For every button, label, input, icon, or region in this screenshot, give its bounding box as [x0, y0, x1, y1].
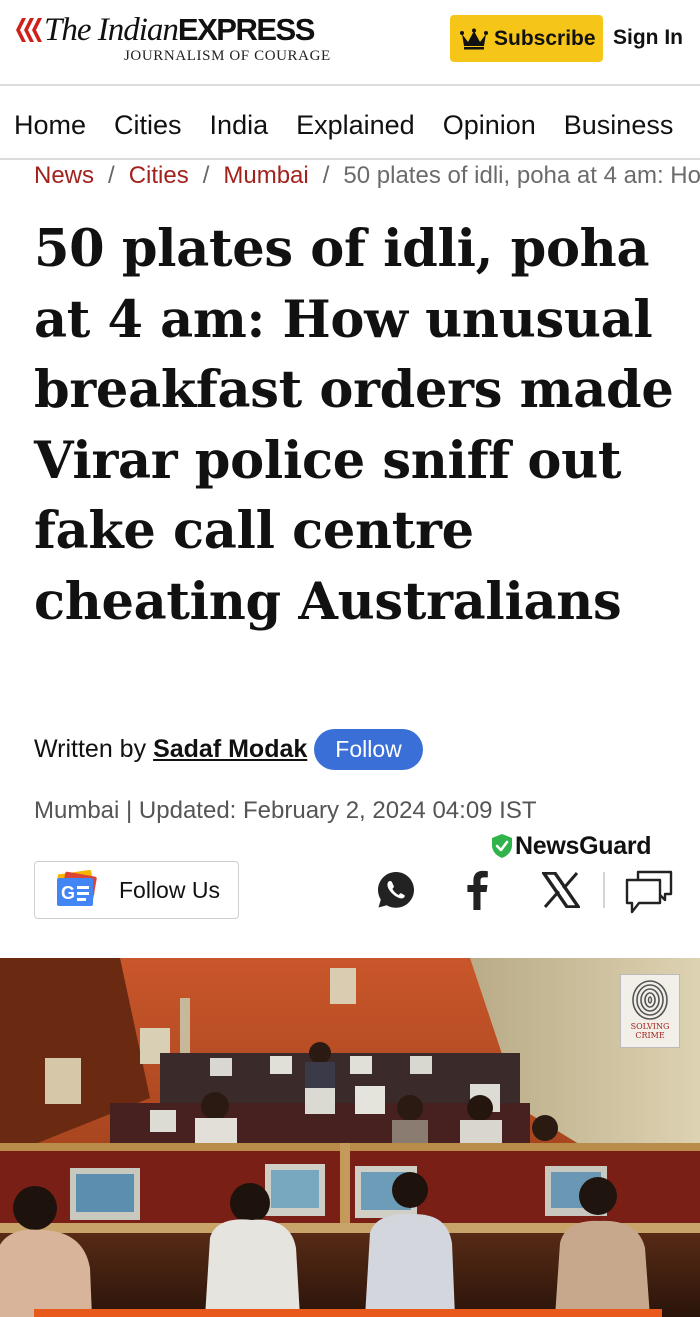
crown-icon — [460, 28, 488, 49]
fingerprint-icon — [632, 980, 668, 1020]
logo-tagline: JOURNALISM OF COURAGE — [124, 48, 331, 64]
nav-item-india[interactable]: India — [210, 110, 269, 141]
nav-item-business[interactable]: Business — [564, 110, 674, 141]
byline: Written by Sadaf Modak Follow — [34, 728, 423, 770]
follow-author-button[interactable]: Follow — [314, 728, 423, 770]
shield-check-icon — [492, 834, 512, 858]
logo-mark-icon — [16, 18, 42, 42]
hero-caption-strip — [34, 1309, 662, 1317]
google-news-icon: G — [57, 870, 97, 906]
google-news-label: Follow Us — [119, 876, 220, 903]
nav-item-home[interactable]: Home — [14, 110, 86, 141]
breadcrumb-separator: / — [108, 162, 115, 189]
solving-crime-text: SOLVING CRIME — [630, 1022, 670, 1040]
newsguard-label: NewsGuard — [515, 831, 652, 860]
breadcrumb-separator: / — [322, 162, 330, 189]
facebook-icon[interactable] — [464, 870, 490, 910]
newsguard-badge[interactable]: NewsGuard — [491, 831, 652, 861]
x-icon[interactable] — [542, 872, 580, 908]
share-divider — [603, 872, 605, 908]
subscribe-label: Subscribe — [494, 26, 596, 50]
article-hero-image: SOLVING CRIME — [0, 958, 700, 1317]
breadcrumb-separator: / — [202, 162, 210, 189]
breadcrumb-mumbai[interactable]: Mumbai — [223, 162, 308, 189]
breadcrumb-news[interactable]: News — [34, 162, 94, 189]
site-logo[interactable]: The IndianEXPRESS JOURNALISM OF COURAGE — [14, 10, 344, 70]
svg-text:G: G — [61, 883, 75, 903]
breadcrumb-cities[interactable]: Cities — [129, 162, 189, 189]
logo-title: The IndianEXPRESS — [44, 12, 315, 48]
breadcrumb-current: 50 plates of idli, poha at 4 am: How unu… — [343, 162, 700, 189]
site-header: The IndianEXPRESS JOURNALISM OF COURAGE … — [0, 0, 700, 86]
google-news-follow-button[interactable]: G Follow Us — [34, 861, 239, 919]
nav-item-explained[interactable]: Explained — [296, 110, 415, 141]
nav-item-opinion[interactable]: Opinion — [443, 110, 536, 141]
solving-crime-badge: SOLVING CRIME — [620, 974, 680, 1048]
main-nav: Home Cities India Explained Opinion Busi… — [0, 88, 700, 160]
breadcrumb: News / Cities / Mumbai / 50 plates of idli, po… — [34, 162, 700, 192]
signin-link[interactable]: Sign In — [613, 26, 683, 50]
whatsapp-icon[interactable] — [376, 870, 416, 910]
dateline: Mumbai | Updated: February 2, 2024 04:09… — [34, 797, 537, 824]
comments-icon[interactable] — [624, 870, 674, 916]
nav-item-cities[interactable]: Cities — [114, 110, 182, 141]
subscribe-button[interactable]: Subscribe — [450, 15, 603, 62]
byline-prefix: Written by — [34, 734, 147, 763]
author-link[interactable]: Sadaf Modak — [153, 735, 307, 764]
call-centre-photo — [0, 958, 700, 1317]
article-headline: 50 plates of idli, poha at 4 am: How unu… — [34, 219, 674, 632]
